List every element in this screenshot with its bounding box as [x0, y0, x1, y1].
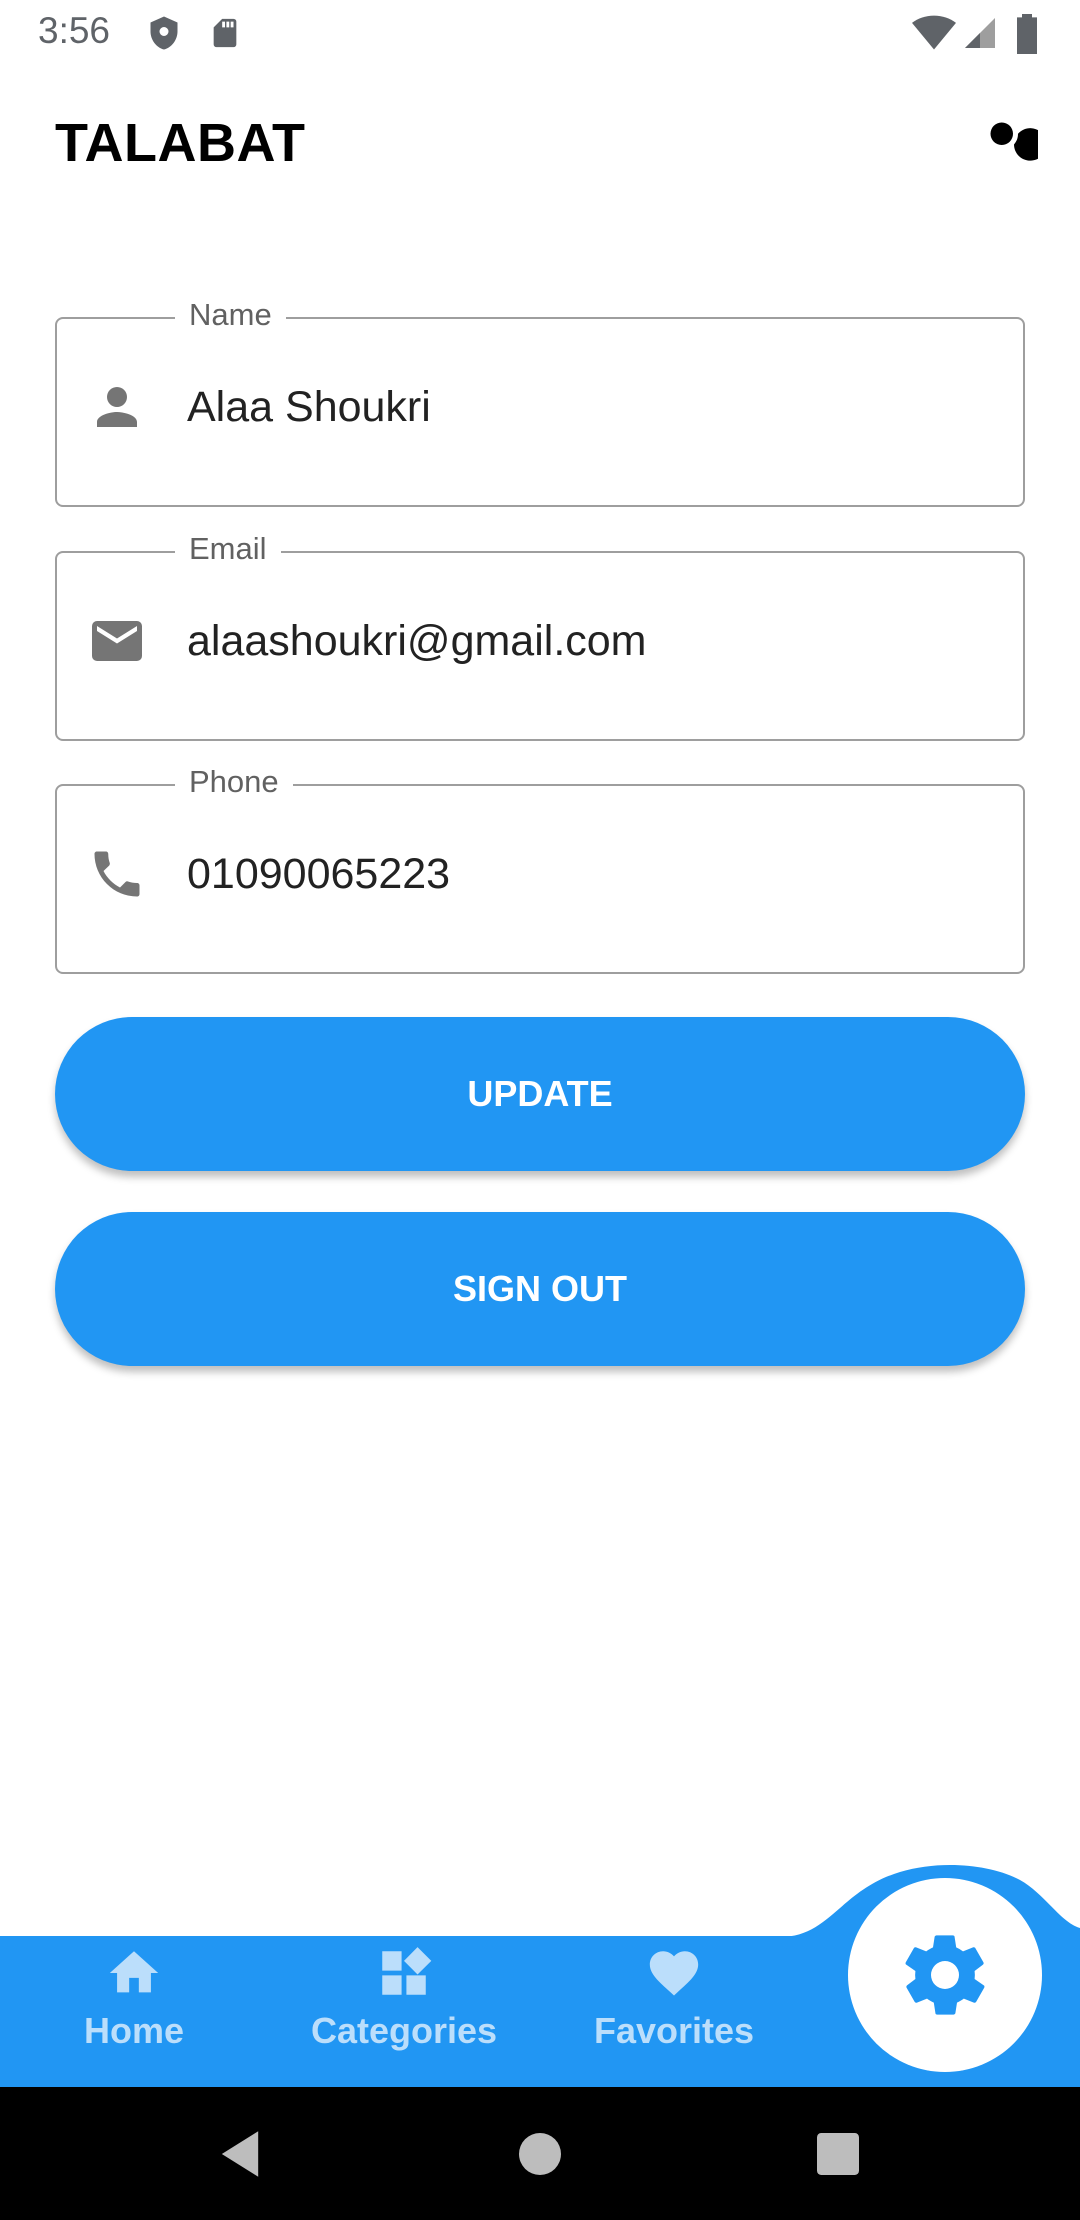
square-recents-icon [817, 2132, 859, 2175]
phone-field-label: Phone [175, 762, 293, 802]
home-icon [109, 1951, 159, 1993]
name-input[interactable]: Alaa Shoukri [187, 379, 431, 435]
back-icon [221, 2130, 259, 2177]
status-time: 3:56 [38, 10, 111, 51]
phone-input[interactable]: 01090065223 [187, 846, 450, 902]
nav-label-home: Home [83, 2010, 185, 2051]
home-system-button[interactable] [480, 2087, 600, 2220]
system-nav-bar [0, 2087, 1080, 2220]
name-field-label: Name [175, 295, 286, 335]
wifi-icon [912, 14, 956, 57]
back-button[interactable] [180, 2087, 300, 2220]
email-input[interactable]: alaashoukri@gmail.com [187, 613, 647, 669]
battery-icon [1014, 14, 1040, 59]
email-field-label: Email [175, 529, 281, 569]
update-button[interactable]: UPDATE [55, 1017, 1025, 1171]
nav-item-favorites[interactable]: Favorites [564, 1944, 784, 2074]
app-title: TALABAT [55, 113, 306, 173]
mail-icon [87, 611, 147, 671]
recents-button[interactable] [778, 2087, 898, 2220]
name-field[interactable]: Name Alaa Shoukri [55, 295, 1025, 507]
categories-icon [382, 1947, 432, 1995]
signal-icon [962, 14, 998, 57]
search-icon [978, 122, 1047, 174]
nav-item-categories[interactable]: Categories [294, 1944, 514, 2074]
heart-icon [649, 1951, 699, 1996]
sign-out-button[interactable]: SIGN OUT [55, 1212, 1025, 1366]
sd-card-icon [208, 14, 242, 57]
nav-item-settings[interactable] [848, 1878, 1042, 2072]
phone-icon [87, 844, 147, 904]
circle-home-icon [519, 2132, 561, 2175]
gear-icon [905, 1935, 985, 2015]
nav-label-favorites: Favorites [593, 2010, 755, 2051]
status-bar: 3:56 [0, 0, 1080, 66]
shield-icon [146, 14, 182, 57]
search-button[interactable] [978, 110, 1050, 182]
nav-item-home[interactable]: Home [24, 1944, 244, 2074]
nav-label-categories: Categories [310, 2010, 498, 2051]
person-icon [87, 377, 147, 437]
phone-field[interactable]: Phone 01090065223 [55, 762, 1025, 974]
email-field[interactable]: Email alaashoukri@gmail.com [55, 529, 1025, 741]
